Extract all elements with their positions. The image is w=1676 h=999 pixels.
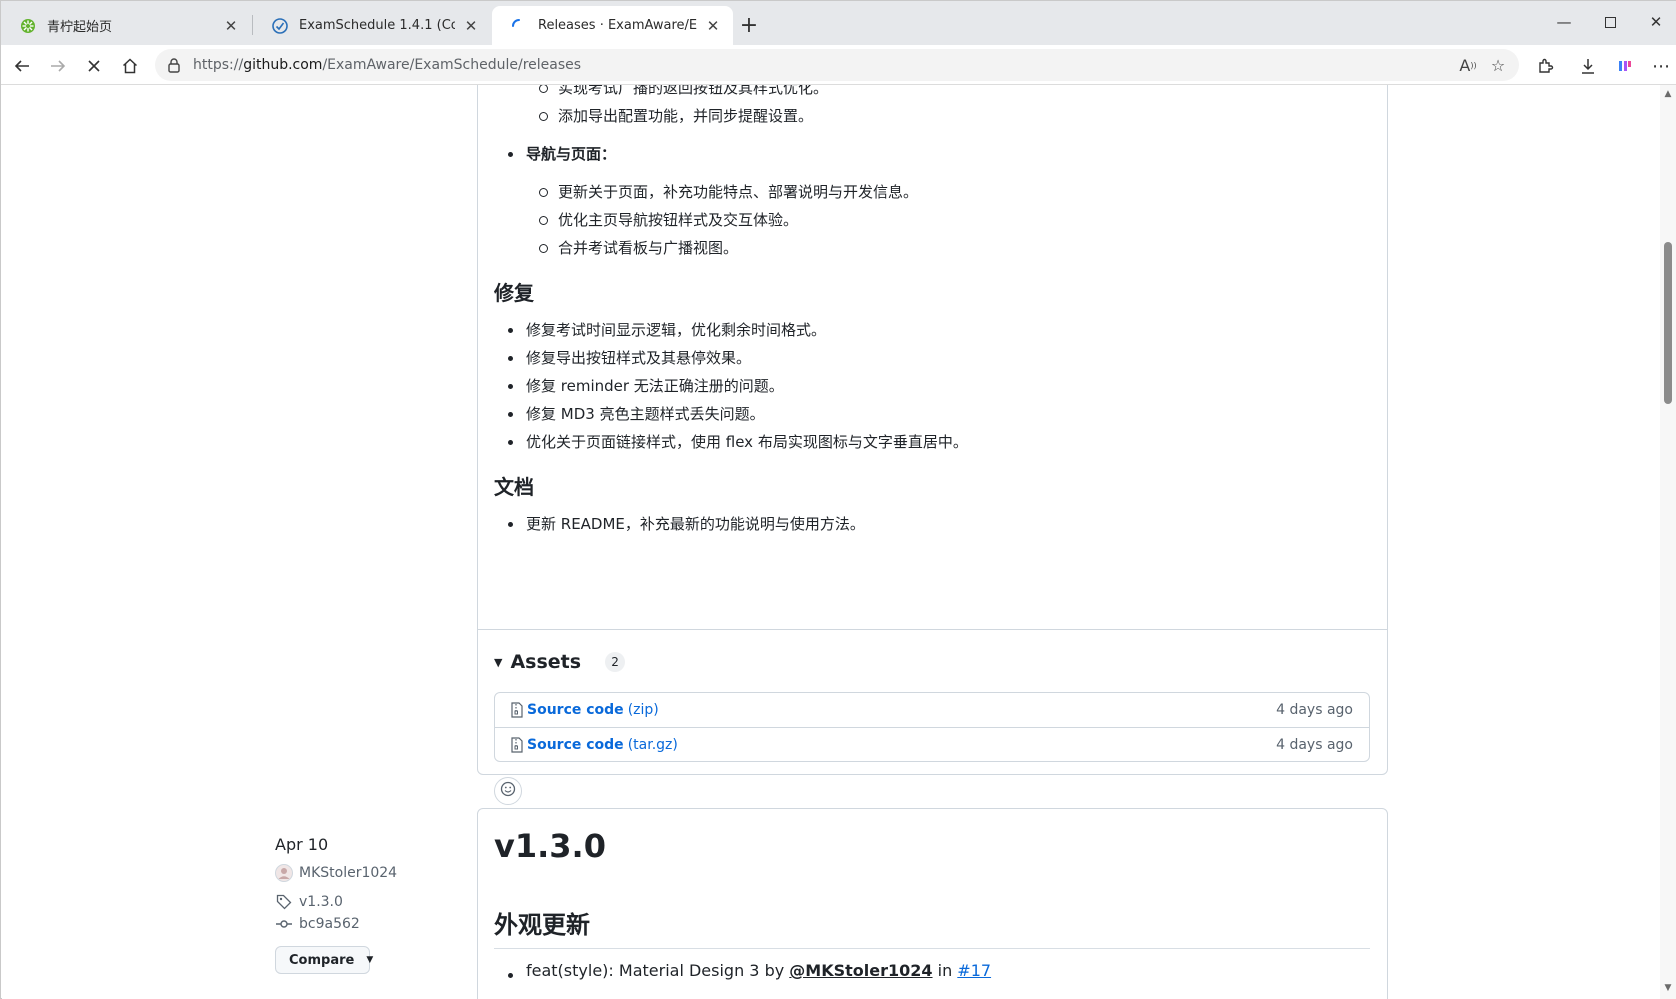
add-reaction-button[interactable] xyxy=(494,777,522,805)
fix-heading: 修复 xyxy=(494,281,534,305)
new-tab-button[interactable]: + xyxy=(737,13,761,38)
more-menu-icon[interactable]: ⋯ xyxy=(1647,52,1675,80)
tab-examschedule[interactable]: ExamSchedule 1.4.1 (Codename C ✕ xyxy=(253,6,491,45)
tab-releases[interactable]: Releases · ExamAware/ExamSchec ✕ xyxy=(492,6,733,45)
lock-icon[interactable] xyxy=(165,57,183,73)
release-tag[interactable]: v1.3.0 xyxy=(275,893,343,911)
asset-row-targz[interactable]: Source code (tar.gz) 4 days ago xyxy=(495,727,1369,761)
list-item: 添加导出配置功能，并同步提醒设置。 xyxy=(494,102,1364,130)
list-item: 实现考试广播的返回按钮及其样式优化。 xyxy=(494,85,1364,102)
release-author[interactable]: MKStoler1024 xyxy=(275,864,397,882)
back-icon[interactable] xyxy=(8,52,36,80)
release-commit[interactable]: bc9a562 xyxy=(275,915,360,933)
close-icon[interactable]: ✕ xyxy=(221,16,241,36)
assets-list: Source code (zip) 4 days ago Source code… xyxy=(494,692,1370,762)
page-viewport: 实现考试广播的返回按钮及其样式优化。 添加导出配置功能，并同步提醒设置。 导航与… xyxy=(2,85,1660,999)
tab-title: ExamSchedule 1.4.1 (Codename C xyxy=(299,18,455,33)
list-item: 更新 README，补充最新的功能说明与使用方法。 xyxy=(494,510,1364,538)
release-card-current: 实现考试广播的返回按钮及其样式优化。 添加导出配置功能，并同步提醒设置。 导航与… xyxy=(477,85,1388,805)
release-notes: 实现考试广播的返回按钮及其样式优化。 添加导出配置功能，并同步提醒设置。 导航与… xyxy=(494,85,1364,538)
close-icon[interactable]: ✕ xyxy=(703,16,723,36)
browser-toolbar: https://github.com/ExamAware/ExamSchedul… xyxy=(1,45,1676,85)
read-aloud-icon[interactable]: A)) xyxy=(1456,53,1480,77)
list-item: 导航与页面： xyxy=(494,140,1364,168)
url-host: github.com xyxy=(243,57,323,73)
nav-heading: 导航与页面 xyxy=(526,145,602,163)
list-item: 修复导出按钮样式及其悬停效果。 xyxy=(494,344,1364,372)
release-card-v1-3-0: v1.3.0 外观更新 feat(style): Material Design… xyxy=(477,808,1388,999)
favorite-star-icon[interactable]: ☆ xyxy=(1486,53,1510,77)
divider xyxy=(478,629,1387,630)
list-item: 更新关于页面，补充功能特点、部署说明与开发信息。 xyxy=(494,178,1364,206)
lime-start-icon xyxy=(19,17,37,35)
compare-button[interactable]: Compare ▼ xyxy=(275,946,374,974)
window-close-button[interactable]: ✕ xyxy=(1641,9,1671,35)
scroll-up-icon[interactable]: ▲ xyxy=(1663,89,1673,99)
list-item: 修复考试时间显示逻辑，优化剩余时间格式。 xyxy=(494,316,1364,344)
smiley-icon xyxy=(500,781,516,801)
downloads-icon[interactable] xyxy=(1574,52,1602,80)
author-name[interactable]: MKStoler1024 xyxy=(299,865,397,881)
pull-request-link[interactable]: #17 xyxy=(957,961,991,980)
list-item: 修复 MD3 亮色主题样式丢失问题。 xyxy=(494,400,1364,428)
section-heading: 外观更新 xyxy=(494,905,1370,949)
tag-name[interactable]: v1.3.0 xyxy=(299,894,343,910)
url-scheme: https:// xyxy=(193,57,244,73)
asset-link[interactable]: Source code xyxy=(527,702,624,718)
address-bar[interactable]: https://github.com/ExamAware/ExamSchedul… xyxy=(155,49,1519,81)
file-zip-icon xyxy=(511,736,525,753)
assets-label: Assets xyxy=(510,651,582,673)
release-date: Apr 10 xyxy=(275,835,329,854)
caret-down-icon: ▼ xyxy=(366,955,374,965)
tab-start-page[interactable]: 青柠起始页 ✕ xyxy=(1,6,251,45)
tag-icon xyxy=(275,893,293,911)
url-path: /ExamAware/ExamSchedule/releases xyxy=(322,57,582,73)
scrollbar-thumb[interactable] xyxy=(1664,242,1672,404)
tab-title: 青柠起始页 xyxy=(47,20,113,35)
extensions-icon[interactable] xyxy=(1532,52,1560,80)
asset-ext[interactable]: (zip) xyxy=(628,702,659,718)
docs-heading: 文档 xyxy=(494,475,534,499)
stop-loading-icon[interactable] xyxy=(80,52,108,80)
close-icon[interactable]: ✕ xyxy=(461,16,481,36)
list-item: 合并考试看板与广播视图。 xyxy=(494,234,1364,262)
release-title[interactable]: v1.3.0 xyxy=(494,827,606,865)
tab-strip: 青柠起始页 ✕ ExamSchedule 1.4.1 (Codename C ✕… xyxy=(1,1,1676,45)
extension-app-icon[interactable] xyxy=(1611,52,1639,80)
list-item: 修复 reminder 无法正确注册的问题。 xyxy=(494,372,1364,400)
tab-title: Releases · ExamAware/ExamSchec xyxy=(538,18,697,33)
list-item: feat(style): Material Design 3 by @MKSto… xyxy=(494,961,991,980)
file-zip-icon xyxy=(511,702,525,718)
asset-link[interactable]: Source code xyxy=(527,737,624,753)
browser-window: 青柠起始页 ✕ ExamSchedule 1.4.1 (Codename C ✕… xyxy=(0,0,1676,999)
author-mention-link[interactable]: @MKStoler1024 xyxy=(789,961,932,980)
asset-row-zip[interactable]: Source code (zip) 4 days ago xyxy=(495,693,1369,727)
scroll-down-icon[interactable]: ▼ xyxy=(1663,983,1673,993)
examschedule-icon xyxy=(271,17,289,35)
avatar xyxy=(275,864,293,882)
list-item: 优化主页导航按钮样式及交互体验。 xyxy=(494,206,1364,234)
asset-date: 4 days ago xyxy=(1276,736,1353,753)
forward-icon[interactable] xyxy=(44,52,72,80)
vertical-scrollbar[interactable]: ▲ ▼ xyxy=(1660,85,1676,999)
list-item: 优化关于页面链接样式，使用 flex 布局实现图标与文字垂直居中。 xyxy=(494,428,1364,456)
assets-count-badge: 2 xyxy=(605,652,626,672)
loading-spinner-icon xyxy=(510,17,528,35)
caret-down-icon: ▼ xyxy=(494,655,503,669)
home-icon[interactable] xyxy=(116,52,144,80)
assets-toggle[interactable]: ▼ Assets 2 xyxy=(494,651,626,673)
commit-icon xyxy=(275,915,293,933)
maximize-button[interactable] xyxy=(1595,9,1625,35)
asset-ext[interactable]: (tar.gz) xyxy=(628,737,678,753)
commit-hash[interactable]: bc9a562 xyxy=(299,916,360,932)
minimize-button[interactable]: — xyxy=(1549,9,1579,35)
asset-date: 4 days ago xyxy=(1276,702,1353,718)
